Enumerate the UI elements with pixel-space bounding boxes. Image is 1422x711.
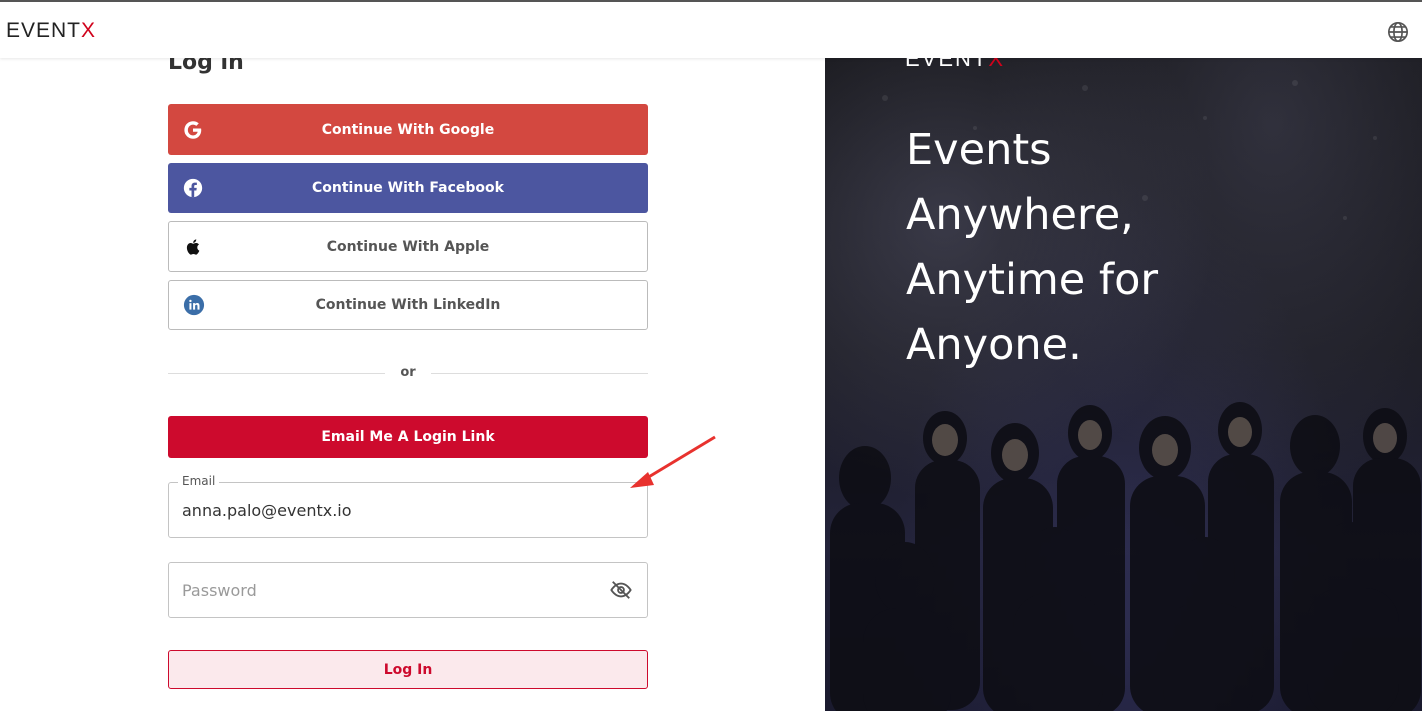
google-icon <box>181 118 205 142</box>
globe-icon[interactable] <box>1387 21 1409 43</box>
logo-text: EVENT <box>6 19 82 42</box>
hero-logo-accent: X <box>988 58 1006 71</box>
apple-icon <box>182 235 206 259</box>
annotation-arrow-icon <box>630 435 716 488</box>
eventx-logo[interactable]: EVENT X <box>6 19 96 42</box>
email-login-link-button[interactable]: Email Me A Login Link <box>168 416 648 458</box>
headline-line: Anyone. <box>906 320 1082 370</box>
hero-logo: EVENTX <box>905 58 1005 72</box>
continue-with-facebook-button[interactable]: Continue With Facebook <box>168 163 648 213</box>
top-bar: EVENT X <box>0 0 1422 58</box>
continue-with-google-button[interactable]: Continue With Google <box>168 104 648 155</box>
continue-with-linkedin-button[interactable]: Continue With LinkedIn <box>168 280 648 330</box>
or-divider: or <box>168 363 648 383</box>
google-button-label: Continue With Google <box>321 121 495 138</box>
hero-panel: EVENTX Events Anywhere, Anytime for Anyo… <box>825 58 1422 711</box>
email-input[interactable] <box>182 483 602 537</box>
hero-logo-text: EVENT <box>905 58 989 71</box>
logo-accent: X <box>81 19 96 42</box>
page-title: Log in <box>168 58 244 75</box>
linkedin-button-label: Continue With LinkedIn <box>315 297 501 313</box>
visibility-off-icon[interactable] <box>609 579 633 601</box>
login-panel: Log in Continue With Google Continue Wit… <box>0 58 825 711</box>
facebook-button-label: Continue With Facebook <box>312 180 504 196</box>
hero-headline: Events Anywhere, Anytime for Anyone. <box>906 118 1326 378</box>
continue-with-apple-button[interactable]: Continue With Apple <box>168 221 648 272</box>
email-field[interactable]: Email <box>168 474 648 538</box>
headline-line: Anytime for <box>906 255 1159 305</box>
password-input[interactable] <box>182 563 602 617</box>
linkedin-icon <box>182 293 206 317</box>
headline-line: Events <box>906 125 1052 175</box>
apple-button-label: Continue With Apple <box>326 238 490 255</box>
facebook-icon <box>181 176 205 200</box>
headline-line: Anywhere, <box>906 190 1134 240</box>
login-button[interactable]: Log In <box>168 650 648 689</box>
password-field[interactable] <box>168 562 648 618</box>
